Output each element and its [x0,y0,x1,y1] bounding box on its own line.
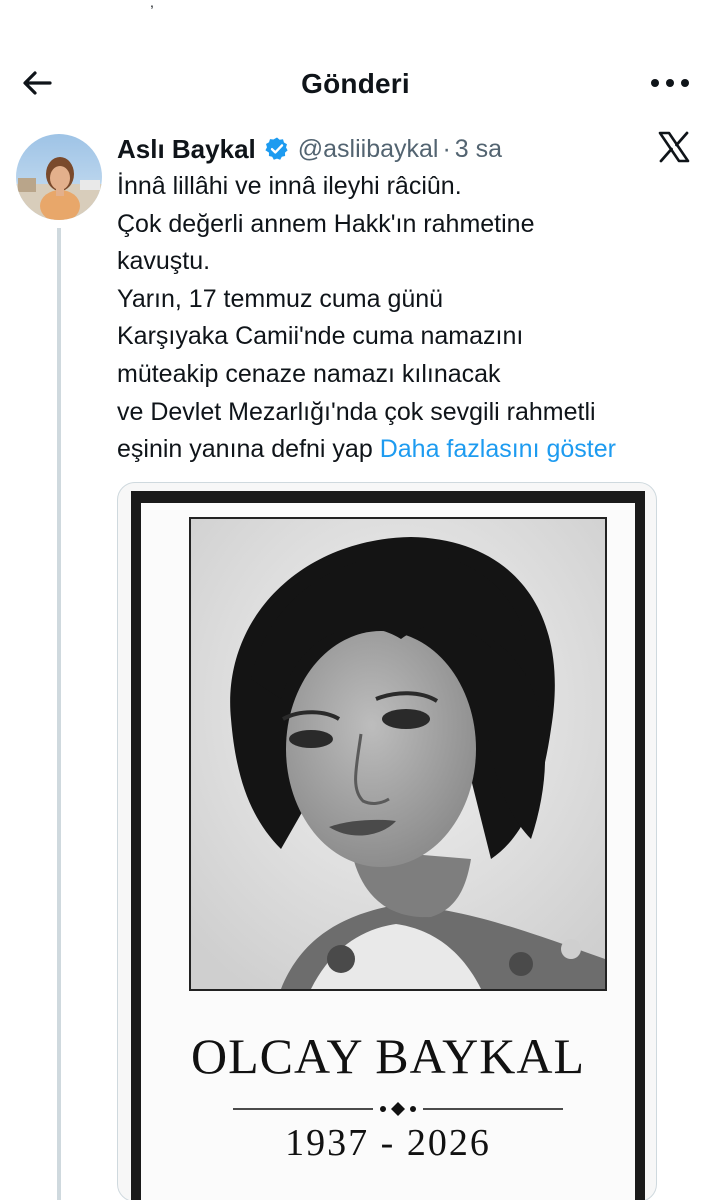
memorial-years-text: 1937 - 2026 [285,1122,491,1164]
more-horizontal-icon [651,79,689,87]
post-media-image[interactable]: OLCAY BAYKAL 1937 - 2026 [117,482,657,1200]
memorial-card: OLCAY BAYKAL 1937 - 2026 [141,503,635,1200]
previous-text-fragment: , [150,0,154,10]
post-timestamp[interactable]: 3 sa [455,135,502,164]
post-body: İnnâ lillâhi ve innâ ileyhi râciûn. Çok … [117,168,707,469]
portrait-photo [189,517,607,991]
post-text-line: müteakip cenaze namazı kılınacak [117,359,501,388]
post-text-line: eşinin yanına defni yap [117,435,373,464]
author-handle[interactable]: @asliibaykal [298,135,439,164]
author-name[interactable]: Aslı Baykal [117,134,256,165]
more-options-button[interactable] [647,66,693,100]
post-text-line: ve Devlet Mezarlığı'nda çok sevgili rahm… [117,397,596,426]
post-text-line: Çok değerli annem Hakk'ın rahmetine [117,209,535,238]
show-more-link[interactable]: Daha fazlasını göster [380,435,616,463]
post-header: Aslı Baykal @asliibaykal · 3 sa [117,132,502,166]
meta-separator: · [442,134,451,163]
author-avatar[interactable] [16,134,102,220]
post-text-line: kavuştu. [117,247,211,276]
x-logo-icon[interactable] [657,130,691,164]
page-title: Gönderi [301,68,410,99]
post-text-line: İnnâ lillâhi ve innâ ileyhi râciûn. [117,172,462,200]
thread-connector-line [57,228,61,1200]
memorial-frame: OLCAY BAYKAL 1937 - 2026 [131,491,645,1200]
verified-badge-icon[interactable] [264,136,290,162]
post-text-line: Yarın, 17 temmuz cuma günü [117,284,444,313]
ornament-divider [233,1102,563,1116]
post-text-last-line: eşinin yanına defni yap Daha fazlasını g… [117,431,707,469]
memorial-name-text: OLCAY BAYKAL [190,1028,585,1084]
avatar-photo [16,134,102,220]
previous-content-fragment: , [0,0,711,14]
top-app-bar: Gönderi [0,48,711,118]
post-text-line: Karşıyaka Camii'nde cuma namazını [117,322,524,351]
